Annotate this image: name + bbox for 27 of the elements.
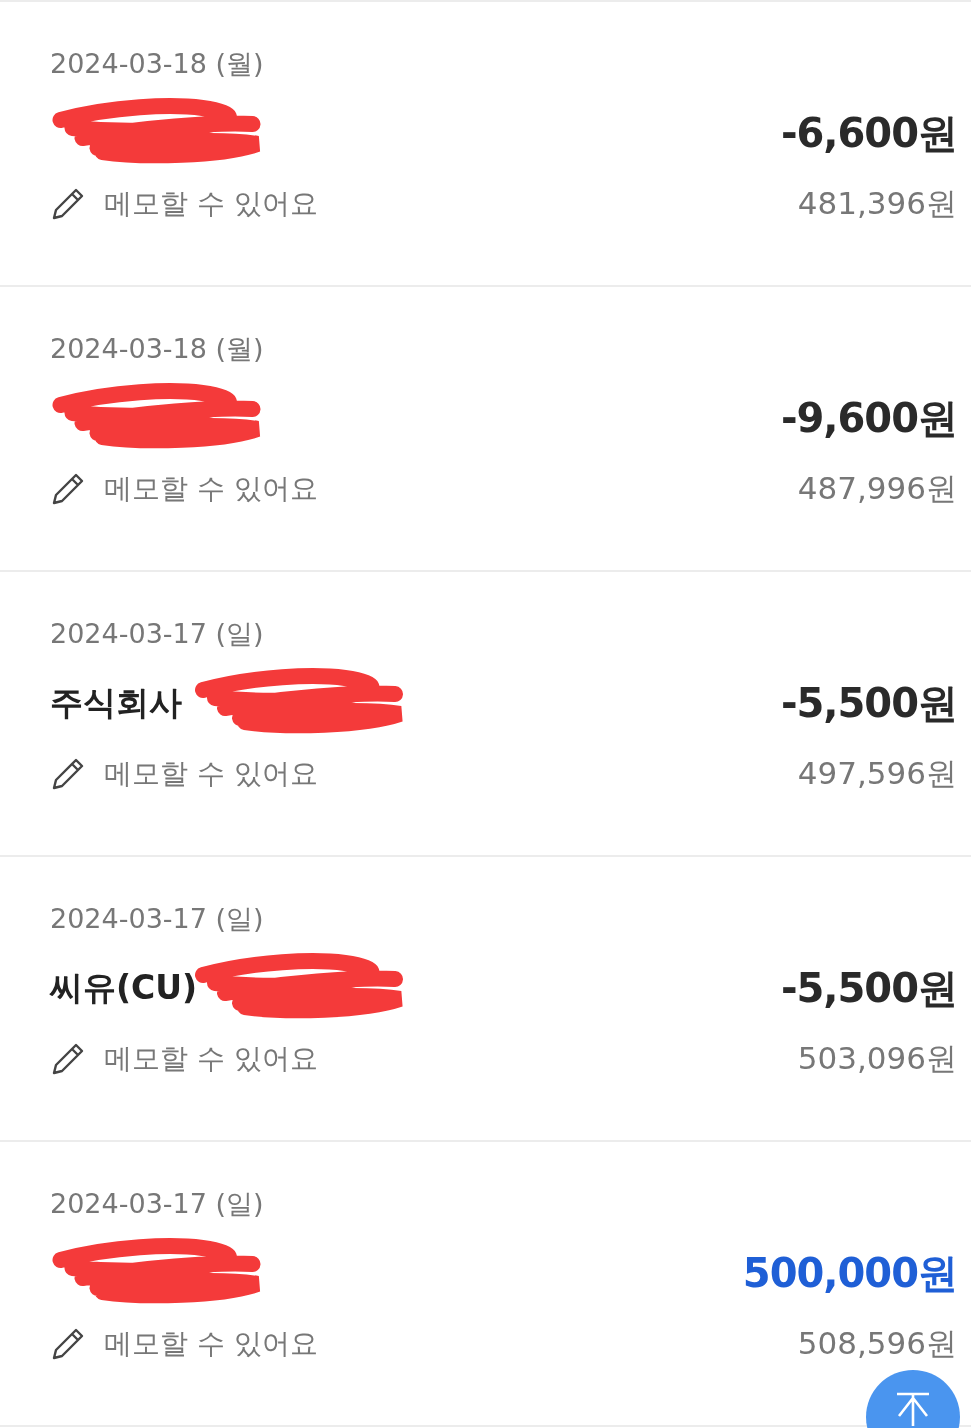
pencil-icon <box>50 471 86 507</box>
transaction-amount: 500,000원 <box>742 1248 957 1298</box>
balance-amount: 487,996원 <box>797 469 957 508</box>
balance-amount: 503,096원 <box>797 1039 957 1078</box>
memo-button[interactable]: 메모할 수 있어요 <box>50 1325 318 1363</box>
transaction-amount: -9,600원 <box>780 393 957 443</box>
transaction-date: 2024-03-18 (월) <box>50 47 265 81</box>
memo-button[interactable]: 메모할 수 있어요 <box>50 470 318 508</box>
balance-amount: 508,596원 <box>797 1324 957 1363</box>
memo-button[interactable]: 메모할 수 있어요 <box>50 1040 318 1078</box>
pencil-icon <box>50 1041 86 1077</box>
memo-button[interactable]: 메모할 수 있어요 <box>50 185 318 223</box>
transaction-date: 2024-03-17 (일) <box>50 617 265 651</box>
balance-amount: 497,596원 <box>797 754 957 793</box>
transaction-amount: -6,600원 <box>780 108 957 158</box>
merchant-name: 주식회사 <box>50 681 182 724</box>
transaction-amount: -5,500원 <box>780 963 957 1013</box>
transaction-date: 2024-03-17 (일) <box>50 902 265 936</box>
memo-button[interactable]: 메모할 수 있어요 <box>50 755 318 793</box>
transaction-amount: -5,500원 <box>780 678 957 728</box>
pencil-icon <box>50 1326 86 1362</box>
pencil-icon <box>50 756 86 792</box>
merchant-name: 씨유(CU) <box>50 966 198 1009</box>
pencil-icon <box>50 186 86 222</box>
transaction-date: 2024-03-18 (월) <box>50 332 265 366</box>
balance-amount: 481,396원 <box>797 184 957 223</box>
transaction-date: 2024-03-17 (일) <box>50 1187 265 1221</box>
